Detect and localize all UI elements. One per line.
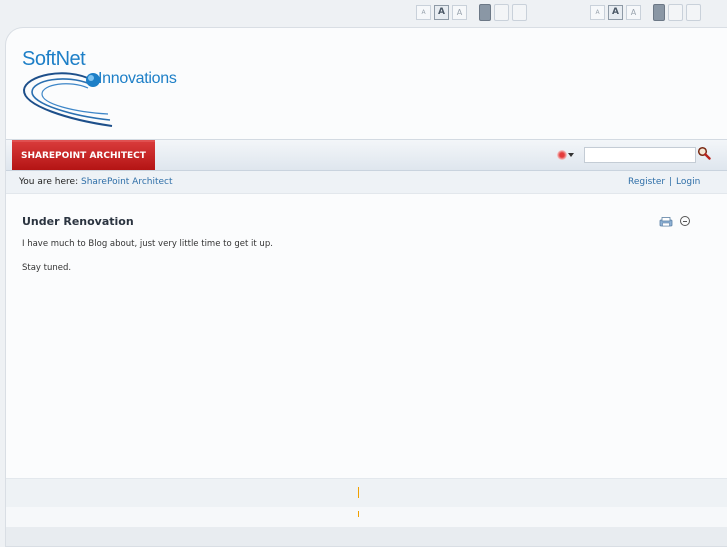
main-navbar: SHAREPOINT ARCHITECT [6, 139, 727, 171]
post-title: Under Renovation [22, 215, 134, 228]
dropdown-arrow-icon [568, 153, 574, 157]
text-size-large-button[interactable]: A [626, 5, 641, 20]
text-size-small-button[interactable]: A [590, 5, 605, 20]
footer-divider [358, 511, 359, 517]
text-size-small-button[interactable]: A [416, 5, 431, 20]
tab-sharepoint-architect[interactable]: SHAREPOINT ARCHITECT [12, 140, 155, 170]
register-link[interactable]: Register [628, 171, 665, 193]
width-medium-button[interactable] [668, 4, 683, 21]
footer-band [6, 478, 727, 508]
breadcrumb-label: You are here: [19, 177, 79, 187]
text-size-controls: A A A [416, 4, 527, 21]
print-icon[interactable] [659, 217, 673, 227]
search-input[interactable] [584, 147, 696, 163]
footer-band-secondary [6, 507, 727, 527]
breadcrumb: You are here: SharePoint Architect Regis… [6, 171, 727, 194]
minimize-module-icon[interactable] [680, 216, 690, 226]
search-scope-dropdown[interactable] [557, 148, 581, 162]
search-scope-icon [557, 150, 567, 160]
width-medium-button[interactable] [494, 4, 509, 21]
text-size-controls-secondary: A A A [590, 4, 701, 21]
search-icon[interactable] [697, 146, 711, 160]
text-size-large-button[interactable]: A [452, 5, 467, 20]
account-separator: | [669, 177, 673, 187]
width-narrow-button[interactable] [479, 4, 491, 21]
text-size-medium-button[interactable]: A [608, 5, 623, 20]
breadcrumb-link[interactable]: SharePoint Architect [81, 171, 173, 193]
logo-text-innovations: Innovations [98, 70, 177, 87]
post-text-line: I have much to Blog about, just very lit… [22, 239, 273, 249]
site-logo[interactable]: SoftNet Innovations [20, 48, 210, 128]
width-wide-button[interactable] [512, 4, 527, 21]
width-wide-button[interactable] [686, 4, 701, 21]
page-panel: SoftNet Innovations SHAREPOINT ARCHITECT… [5, 27, 727, 547]
login-link[interactable]: Login [676, 171, 700, 193]
post-text-line: Stay tuned. [22, 263, 72, 273]
text-size-medium-button[interactable]: A [434, 5, 449, 20]
width-narrow-button[interactable] [653, 4, 665, 21]
footer-bottom [6, 527, 727, 546]
footer-divider [358, 487, 359, 498]
